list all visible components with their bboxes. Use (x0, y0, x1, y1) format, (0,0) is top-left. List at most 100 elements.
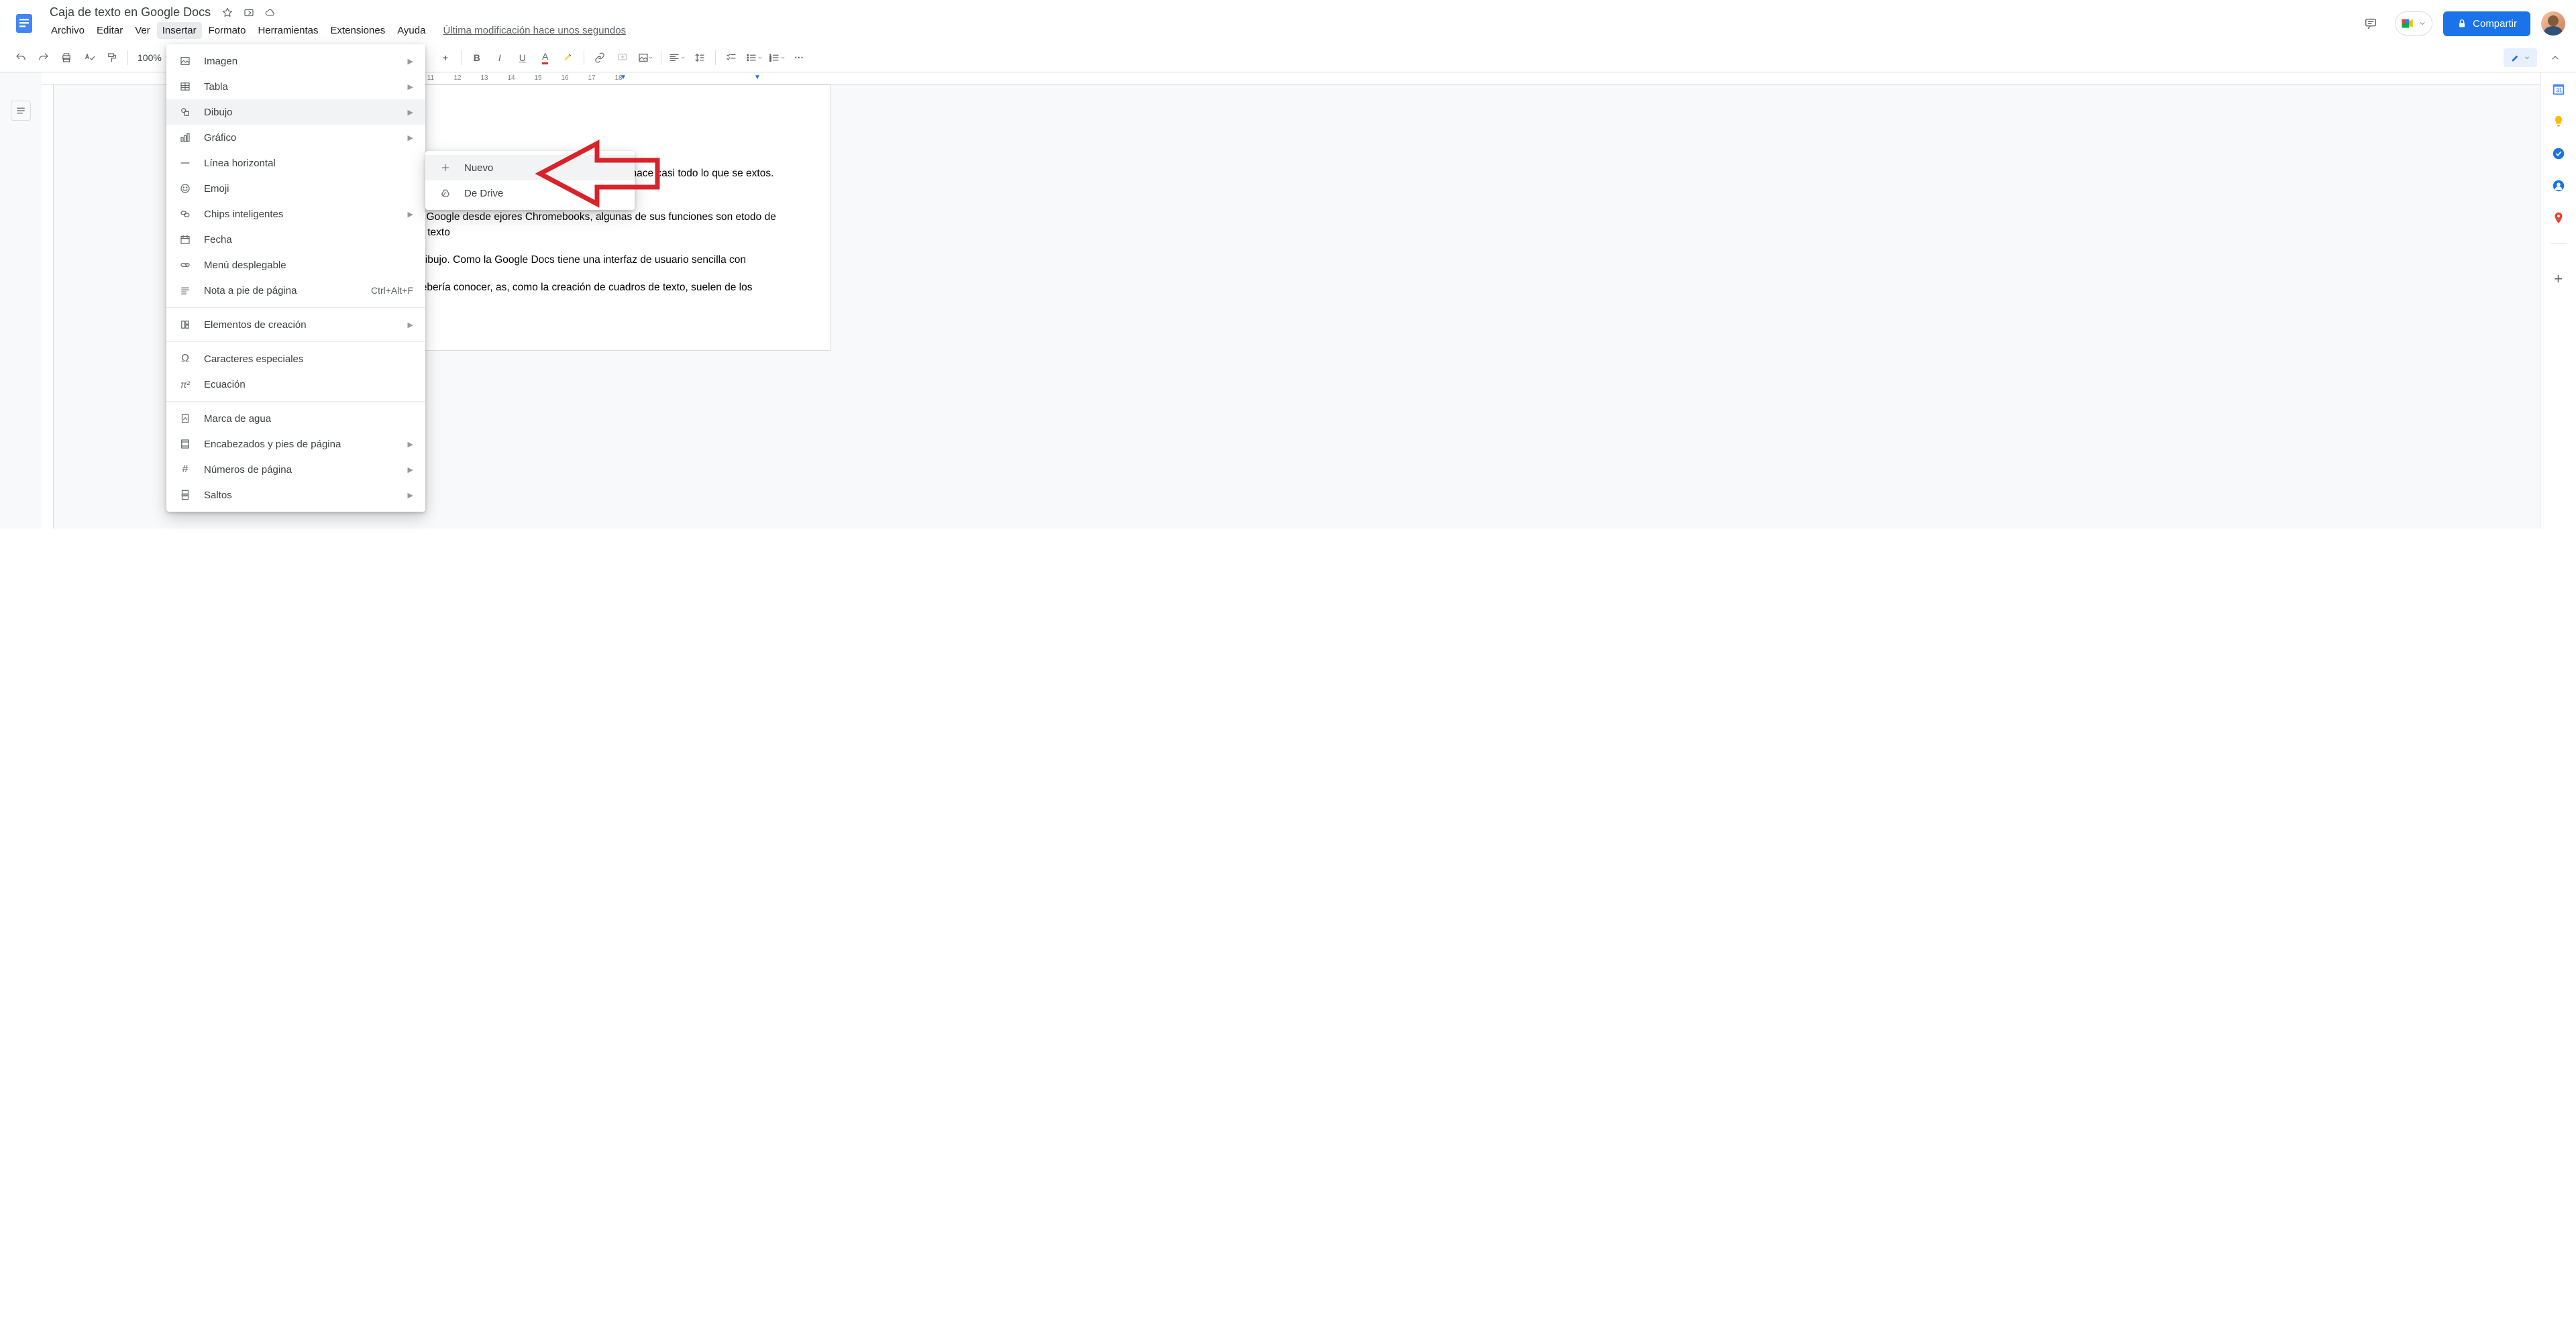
pencil-icon (2510, 52, 2521, 63)
chevron-down-icon (757, 55, 763, 60)
chevron-down-icon (648, 55, 653, 60)
footnote-icon (178, 284, 192, 297)
header-right-actions: Compartir (2357, 10, 2565, 37)
insert-headers-item[interactable]: Encabezados y pies de página ▶ (166, 431, 425, 457)
menu-tools[interactable]: Herramientas (252, 22, 323, 39)
shortcut-label: Ctrl+Alt+F (371, 285, 413, 296)
editing-mode-button[interactable] (2504, 48, 2537, 67)
insert-link-button[interactable] (590, 48, 610, 68)
align-button[interactable] (667, 48, 687, 68)
menu-format[interactable]: Formato (203, 22, 252, 39)
drive-icon (439, 186, 452, 200)
right-margin-marker[interactable]: ▼ (754, 74, 761, 81)
insert-image-button[interactable] (635, 48, 655, 68)
menu-help[interactable]: Ayuda (392, 22, 431, 39)
redo-button[interactable] (34, 48, 54, 68)
menu-insert[interactable]: Insertar (157, 22, 202, 39)
omega-icon: Ω (178, 352, 192, 366)
vertical-ruler[interactable] (42, 85, 54, 528)
meet-button[interactable] (2395, 11, 2432, 36)
text-color-button[interactable]: A (535, 48, 555, 68)
star-icon[interactable] (221, 7, 233, 19)
insert-image-item[interactable]: Imagen ▶ (166, 48, 425, 74)
underline-button[interactable]: U (513, 48, 533, 68)
contacts-app-icon[interactable] (2551, 178, 2566, 193)
title-icons (221, 7, 276, 19)
insert-drawing-item[interactable]: Dibujo ▶ (166, 99, 425, 125)
insert-equation-item[interactable]: π² Ecuación (166, 372, 425, 397)
move-icon[interactable] (243, 7, 255, 19)
document-title[interactable]: Caja de texto en Google Docs (46, 4, 215, 21)
toolbar-separator (127, 50, 128, 65)
drawing-new-item[interactable]: Nuevo (425, 155, 635, 180)
insert-emoji-item[interactable]: Emoji (166, 176, 425, 201)
undo-button[interactable] (11, 48, 31, 68)
page-break-icon (178, 488, 192, 502)
lock-icon (2457, 18, 2467, 29)
menu-file[interactable]: Archivo (46, 22, 90, 39)
cloud-status-icon[interactable] (264, 7, 276, 19)
smart-chips-icon (178, 207, 192, 221)
insert-watermark-item[interactable]: Marca de agua (166, 406, 425, 431)
zoom-value: 100% (138, 52, 162, 63)
bold-button[interactable]: B (467, 48, 487, 68)
add-comment-button[interactable] (612, 48, 633, 68)
chevron-down-icon (2524, 54, 2530, 61)
insert-footnote-item[interactable]: Nota a pie de página Ctrl+Alt+F (166, 278, 425, 303)
highlight-button[interactable] (558, 48, 578, 68)
checklist-button[interactable] (721, 48, 741, 68)
insert-breaks-item[interactable]: Saltos ▶ (166, 482, 425, 508)
dropdown-icon (178, 258, 192, 272)
hide-menus-button[interactable] (2545, 48, 2565, 68)
chart-icon (178, 131, 192, 144)
maps-app-icon[interactable] (2551, 211, 2566, 225)
horizontal-line-icon (178, 156, 192, 170)
chevron-down-icon (680, 55, 686, 60)
spellcheck-button[interactable] (79, 48, 99, 68)
show-outline-button[interactable] (11, 101, 31, 121)
last-edit-link[interactable]: Última modificación hace unos segundos (443, 25, 626, 36)
insert-special-chars-item[interactable]: Ω Caracteres especiales (166, 346, 425, 372)
bulleted-list-button[interactable] (744, 48, 764, 68)
submenu-arrow-icon: ▶ (408, 57, 413, 66)
menu-view[interactable]: Ver (129, 22, 156, 39)
tasks-app-icon[interactable] (2551, 146, 2566, 161)
date-icon (178, 233, 192, 246)
insert-date-item[interactable]: Fecha (166, 227, 425, 252)
calendar-app-icon[interactable]: 31 (2551, 82, 2566, 97)
insert-chips-item[interactable]: Chips inteligentes ▶ (166, 201, 425, 227)
insert-hr-item[interactable]: Línea horizontal (166, 150, 425, 176)
open-comments-button[interactable] (2357, 10, 2384, 37)
keep-app-icon[interactable] (2551, 114, 2566, 129)
docs-logo[interactable] (11, 7, 38, 40)
insert-page-numbers-item[interactable]: # Números de página ▶ (166, 457, 425, 482)
account-avatar[interactable] (2541, 11, 2565, 36)
italic-button[interactable]: I (490, 48, 510, 68)
drawing-from-drive-item[interactable]: De Drive (425, 180, 635, 206)
increase-font-size-button[interactable]: + (435, 48, 455, 68)
insert-dropdown-item[interactable]: Menú desplegable (166, 252, 425, 278)
share-button[interactable]: Compartir (2443, 11, 2530, 36)
numbered-list-button[interactable]: 123 (767, 48, 787, 68)
more-toolbar-button[interactable]: ⋯ (790, 48, 810, 68)
drawing-submenu: Nuevo De Drive (425, 151, 635, 210)
insert-table-item[interactable]: Tabla ▶ (166, 74, 425, 99)
building-blocks-icon (178, 318, 192, 331)
emoji-icon (178, 182, 192, 195)
paint-format-button[interactable] (102, 48, 122, 68)
print-button[interactable] (56, 48, 76, 68)
left-gutter (0, 72, 42, 528)
equation-icon: π² (178, 378, 192, 391)
headers-footers-icon (178, 437, 192, 451)
indent-marker[interactable]: ▼ (620, 74, 627, 81)
title-bar: Caja de texto en Google Docs Archivo Edi… (0, 0, 2576, 43)
menu-extensions[interactable]: Extensiones (325, 22, 390, 39)
line-spacing-button[interactable] (690, 48, 710, 68)
table-icon (178, 80, 192, 93)
insert-blocks-item[interactable]: Elementos de creación ▶ (166, 312, 425, 337)
menu-edit[interactable]: Editar (91, 22, 128, 39)
insert-chart-item[interactable]: Gráfico ▶ (166, 125, 425, 150)
image-icon (178, 54, 192, 68)
insert-menu-dropdown: Imagen ▶ Tabla ▶ Dibujo ▶ Gráfico ▶ Líne… (166, 44, 425, 512)
get-addons-button[interactable]: + (2554, 270, 2563, 288)
